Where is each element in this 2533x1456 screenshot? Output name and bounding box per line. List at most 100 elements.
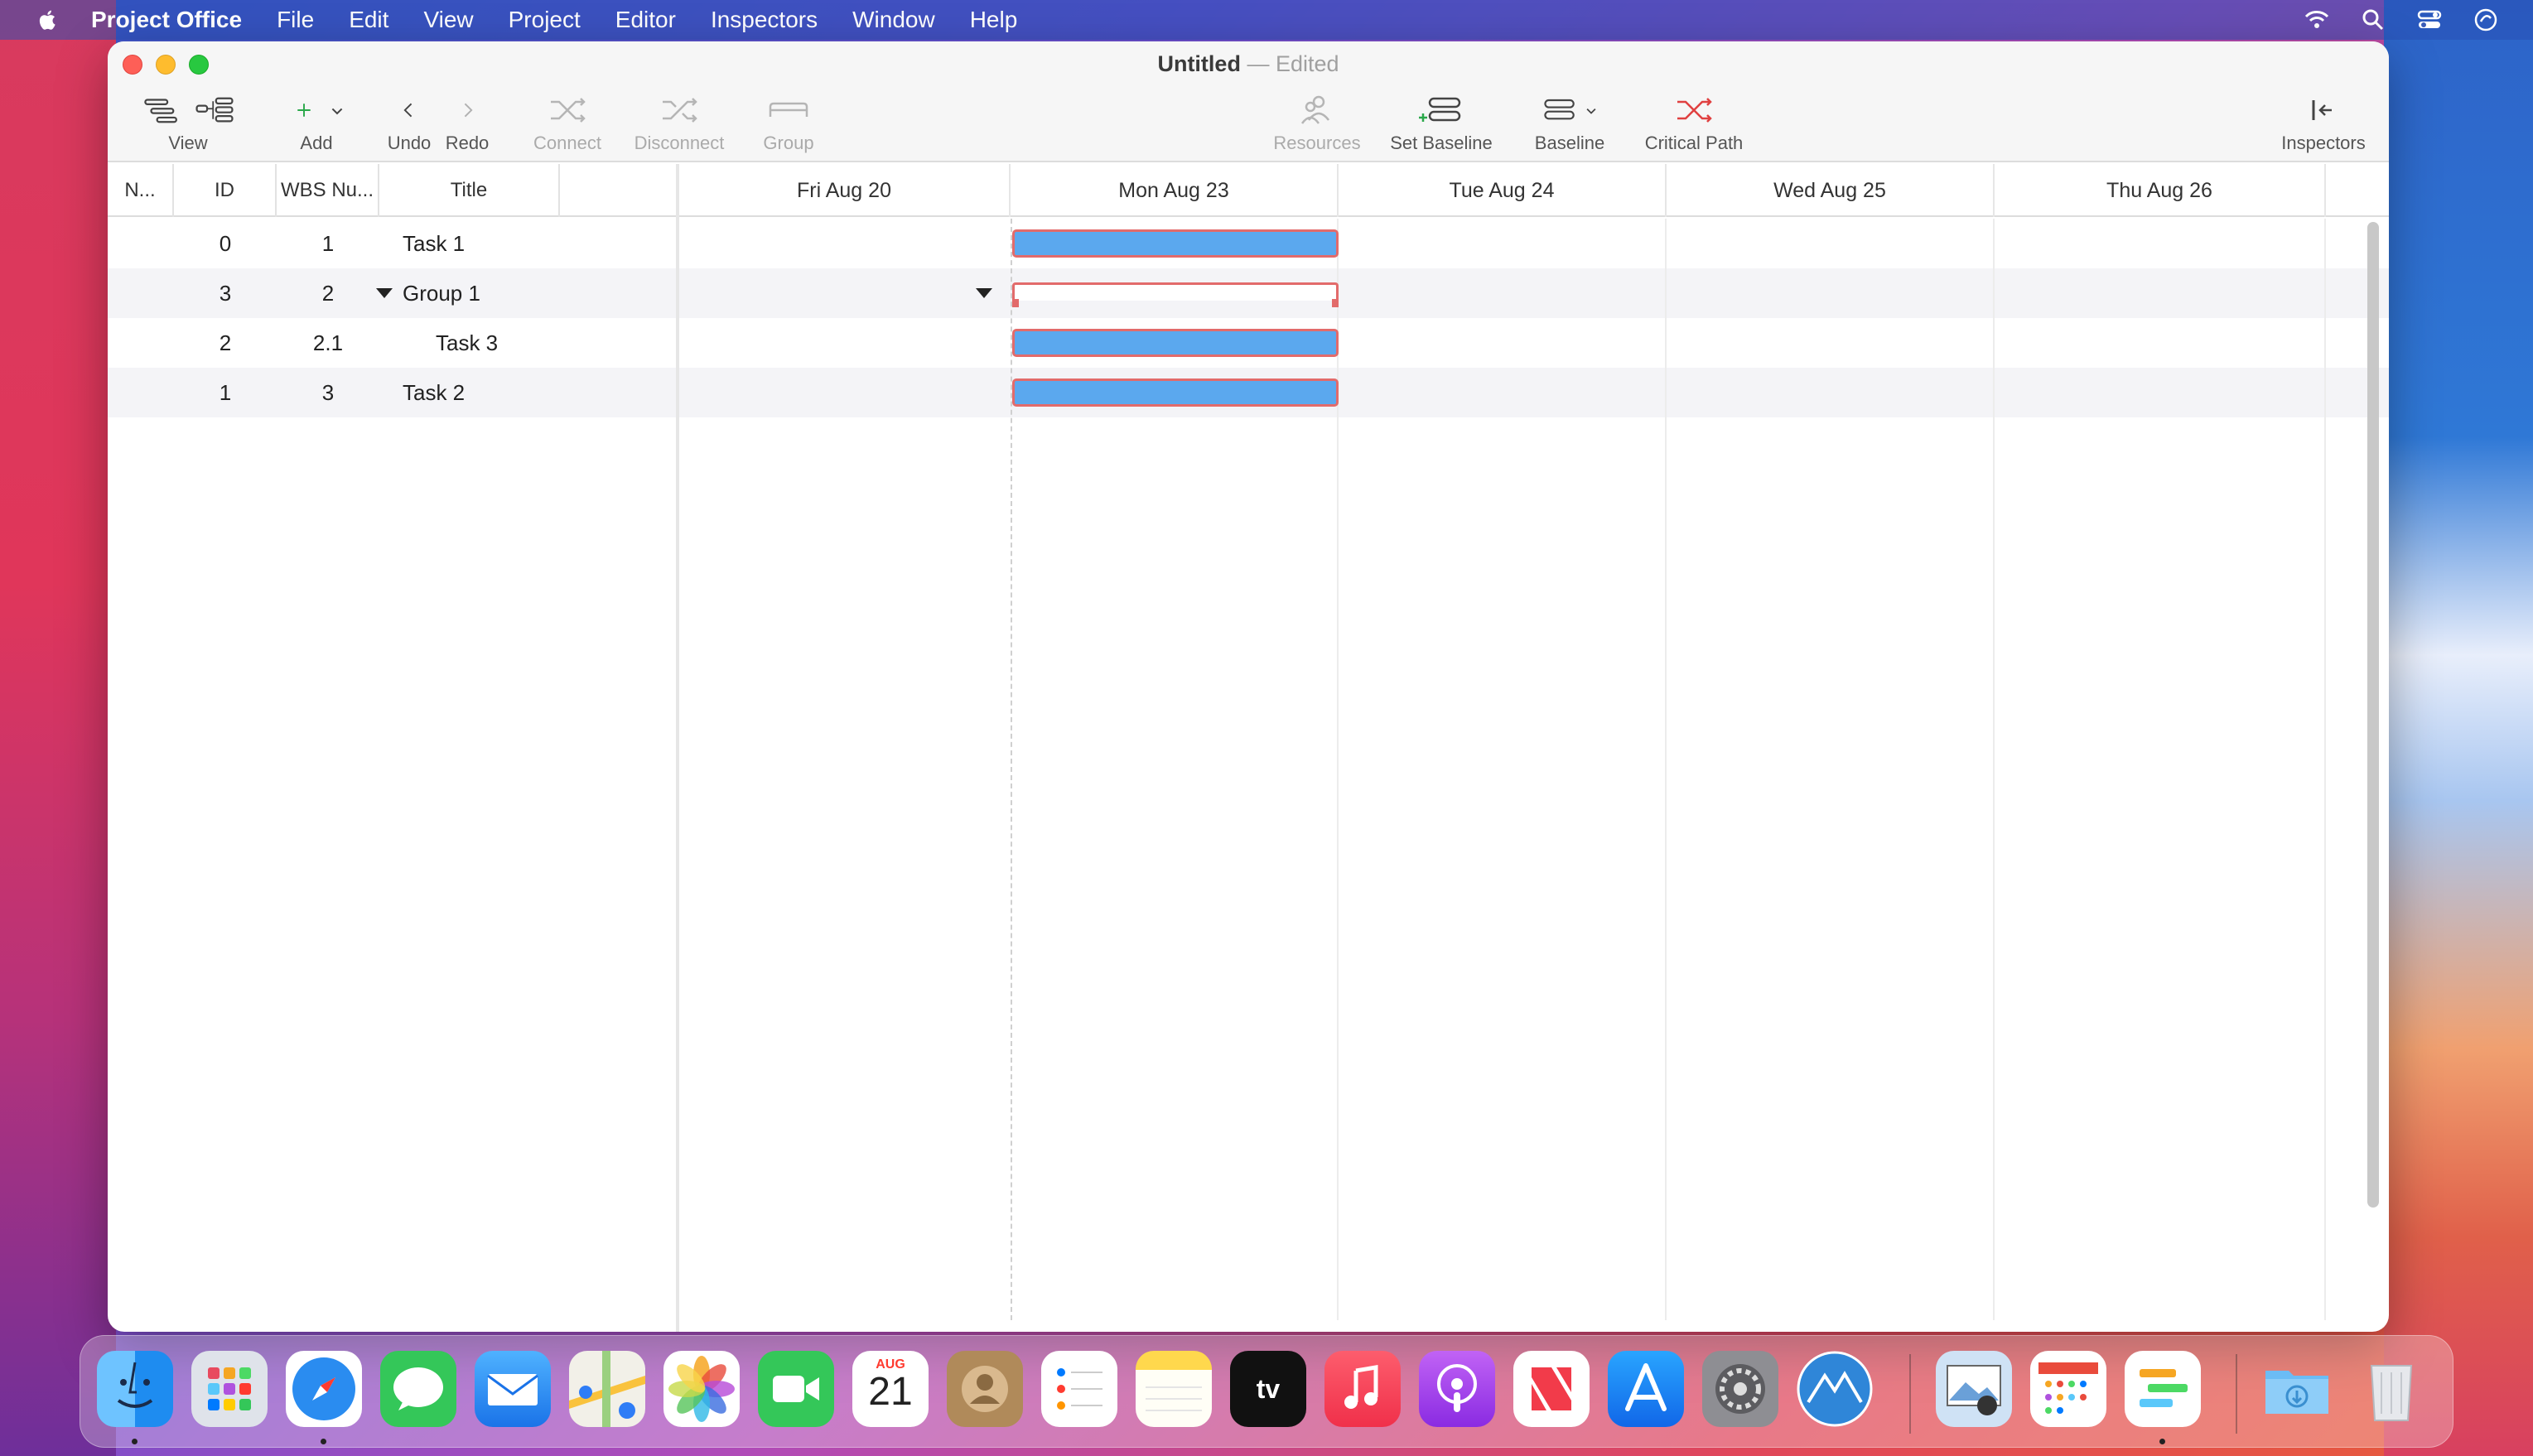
network-view-icon[interactable] <box>194 92 235 128</box>
downloads-folder-icon[interactable] <box>2259 1351 2335 1427</box>
app-store-icon[interactable] <box>1608 1351 1684 1427</box>
task-title[interactable]: Task 2 <box>403 368 465 417</box>
view-button[interactable]: View <box>123 89 253 154</box>
set-baseline-button[interactable]: Set Baseline <box>1383 89 1499 154</box>
search-icon[interactable] <box>2359 6 2387 34</box>
music-icon[interactable] <box>1324 1351 1401 1427</box>
menu-app-name[interactable]: Project Office <box>91 7 242 33</box>
news-icon[interactable] <box>1513 1351 1590 1427</box>
apple-tv-icon[interactable]: tv <box>1230 1351 1306 1427</box>
title-separator: — <box>1247 51 1270 76</box>
table-row[interactable]: 1 3 Task 2 <box>108 368 678 417</box>
task-id: 0 <box>219 230 232 256</box>
baseline-label: Baseline <box>1534 133 1605 153</box>
add-button[interactable]: Add <box>275 89 358 154</box>
column-header-wbs[interactable]: WBS Nu... <box>277 164 379 217</box>
column-header-title[interactable]: Title <box>379 164 560 217</box>
calendar-day: 21 <box>868 1370 913 1414</box>
podcasts-icon[interactable] <box>1419 1351 1495 1427</box>
messages-icon[interactable] <box>380 1351 456 1427</box>
menu-window[interactable]: Window <box>852 7 935 33</box>
project-document-icon[interactable] <box>2125 1351 2201 1427</box>
menu-inspectors[interactable]: Inspectors <box>711 7 818 33</box>
day-header: Mon Aug 23 <box>1011 164 1339 217</box>
menu-help[interactable]: Help <box>970 7 1018 33</box>
preview-icon[interactable] <box>1936 1351 2012 1427</box>
task-title[interactable]: Task 1 <box>403 219 465 268</box>
mail-icon[interactable] <box>475 1351 551 1427</box>
safari-icon[interactable] <box>286 1351 362 1427</box>
task-bar-task-2[interactable] <box>1012 378 1339 407</box>
menu-view[interactable]: View <box>423 7 473 33</box>
disconnect-icon <box>663 98 697 123</box>
table-row[interactable]: 0 1 Task 1 <box>108 219 678 268</box>
system-preferences-icon[interactable] <box>1702 1351 1778 1427</box>
notes-icon[interactable] <box>1136 1351 1212 1427</box>
maps-icon[interactable] <box>569 1351 645 1427</box>
gantt-row <box>679 219 2389 268</box>
calendar-plus-icon[interactable] <box>2030 1351 2106 1427</box>
baseline-button[interactable]: Baseline <box>1516 89 1624 154</box>
dock-separator <box>2236 1354 2237 1434</box>
menu-bar: Project Office File Edit View Project Ed… <box>0 0 2533 40</box>
task-id: 3 <box>219 280 232 306</box>
launchpad-icon[interactable] <box>191 1351 268 1427</box>
day-gridline <box>1993 219 1995 1320</box>
calendar-icon[interactable]: AUG 21 <box>852 1351 929 1427</box>
menu-file[interactable]: File <box>277 7 314 33</box>
inspectors-button[interactable]: Inspectors <box>2270 89 2377 154</box>
menu-editor[interactable]: Editor <box>615 7 676 33</box>
vertical-scrollbar[interactable] <box>2367 222 2379 1208</box>
gantt-view-icon[interactable] <box>141 92 182 128</box>
group-label: Group <box>763 133 814 153</box>
undo-label: Undo <box>387 133 432 153</box>
group-bar-group-1[interactable] <box>1012 282 1339 307</box>
critical-path-button[interactable]: Critical Path <box>1632 89 1756 154</box>
group-icon <box>769 102 808 117</box>
menu-project[interactable]: Project <box>509 7 581 33</box>
finder-icon[interactable] <box>97 1351 173 1427</box>
redo-button[interactable]: Redo <box>439 89 495 154</box>
project-office-icon[interactable] <box>1797 1351 1873 1427</box>
apple-menu-icon[interactable] <box>35 7 61 33</box>
chevron-right-icon <box>464 103 473 118</box>
group-button[interactable]: Group <box>747 89 830 154</box>
task-table: 0 1 Task 1 3 2 Group 1 2 2.1 Task 3 1 3 … <box>108 219 678 417</box>
resources-button[interactable]: Resources <box>1267 89 1367 154</box>
disconnect-button[interactable]: Disconnect <box>621 89 737 154</box>
task-wbs: 2.1 <box>312 330 344 355</box>
dock: AUG 21 tv <box>80 1335 2453 1448</box>
wifi-icon[interactable] <box>2303 6 2331 34</box>
group-collapse-icon[interactable] <box>974 283 994 303</box>
photos-icon[interactable] <box>663 1351 740 1427</box>
table-row[interactable]: 2 2.1 Task 3 <box>108 318 678 368</box>
chevron-down-icon <box>331 108 343 115</box>
table-header: N... ID WBS Nu... Title <box>108 164 678 217</box>
baseline-icon <box>1544 99 1575 120</box>
column-header-id[interactable]: ID <box>174 164 277 217</box>
chevron-down-icon <box>1586 108 1596 114</box>
task-bar-task-1[interactable] <box>1012 229 1339 258</box>
facetime-icon[interactable] <box>758 1351 834 1427</box>
undo-button[interactable]: Undo <box>381 89 437 154</box>
siri-icon[interactable] <box>2472 6 2500 34</box>
app-window: Untitled — Edited View Add Undo Redo Con… <box>108 41 2389 1332</box>
column-header-number[interactable]: N... <box>108 164 174 217</box>
disclosure-triangle-icon[interactable] <box>374 268 394 318</box>
contacts-icon[interactable] <box>947 1351 1023 1427</box>
group-title[interactable]: Group 1 <box>403 268 480 318</box>
redo-label: Redo <box>445 133 490 153</box>
task-title[interactable]: Task 3 <box>436 318 498 368</box>
trash-icon[interactable] <box>2353 1351 2429 1427</box>
control-center-icon[interactable] <box>2415 6 2444 34</box>
connect-button[interactable]: Connect <box>522 89 613 154</box>
running-indicator <box>132 1439 138 1444</box>
day-header: Thu Aug 26 <box>1995 164 2326 217</box>
reminders-icon[interactable] <box>1041 1351 1117 1427</box>
running-indicator <box>2159 1439 2165 1444</box>
table-row[interactable]: 3 2 Group 1 <box>108 268 678 318</box>
menu-edit[interactable]: Edit <box>349 7 388 33</box>
day-gridline <box>2324 219 2326 1320</box>
gantt-row <box>679 318 2389 368</box>
task-bar-task-3[interactable] <box>1012 329 1339 357</box>
